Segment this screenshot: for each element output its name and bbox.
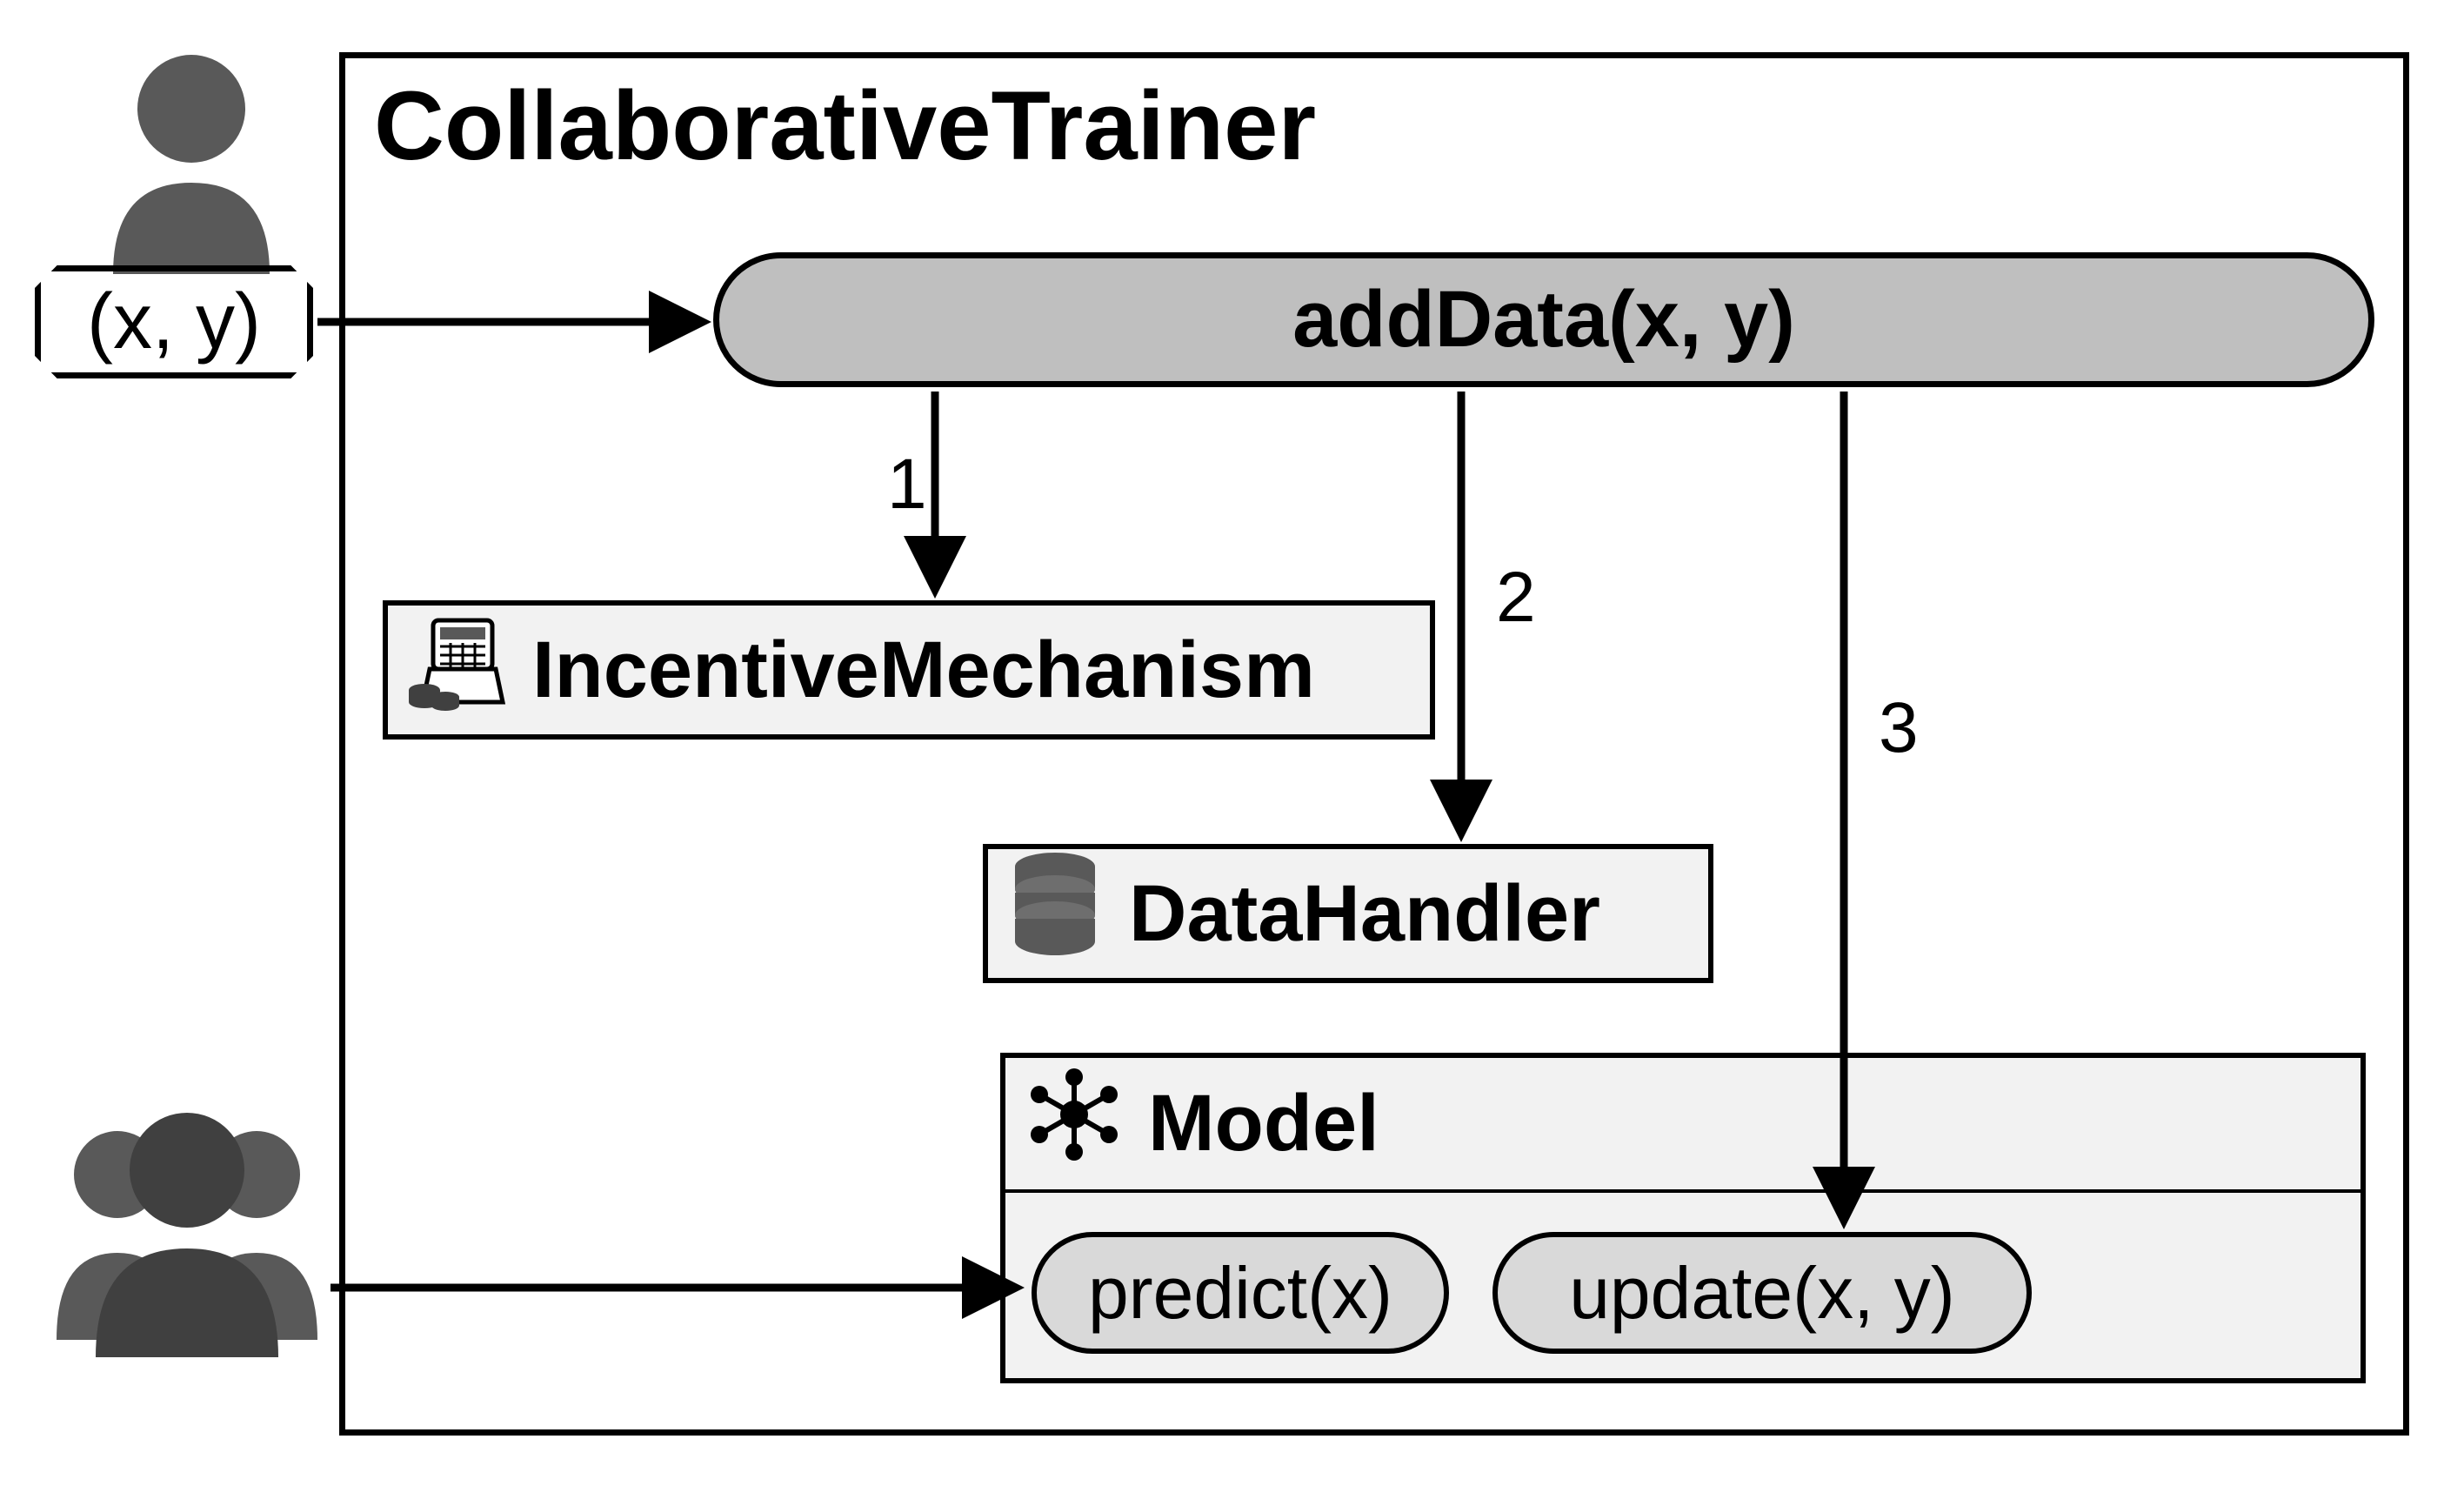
- model-box: Model predict(x) update(x, y): [1000, 1053, 2366, 1383]
- database-icon: [1007, 847, 1103, 980]
- model-header: Model: [1005, 1058, 2360, 1193]
- input-label: (x, y): [87, 278, 261, 367]
- single-user-icon: [104, 48, 278, 274]
- incentive-mechanism-box: IncentiveMechanism: [383, 600, 1435, 740]
- incentive-label: IncentiveMechanism: [532, 625, 1315, 716]
- step-2-label: 2: [1496, 557, 1536, 639]
- model-label: Model: [1148, 1078, 1379, 1169]
- cash-register-icon: [404, 608, 508, 732]
- add-data-label: addData(x, y): [1292, 274, 1795, 365]
- input-bubble: (x, y): [35, 265, 313, 378]
- network-icon: [1026, 1067, 1122, 1181]
- step-1-label: 1: [887, 444, 927, 525]
- data-handler-label: DataHandler: [1129, 868, 1600, 960]
- users-group-icon: [48, 1096, 326, 1357]
- container-title: CollaborativeTrainer: [374, 70, 1316, 182]
- diagram-stage: CollaborativeTrainer (x, y) addData(x, y…: [0, 0, 2464, 1486]
- step-3-label: 3: [1879, 687, 1919, 769]
- update-method: update(x, y): [1492, 1232, 2032, 1354]
- data-handler-box: DataHandler: [983, 844, 1713, 983]
- predict-label: predict(x): [1088, 1251, 1392, 1335]
- update-label: update(x, y): [1569, 1251, 1955, 1335]
- add-data-method: addData(x, y): [713, 252, 2374, 387]
- predict-method: predict(x): [1032, 1232, 1449, 1354]
